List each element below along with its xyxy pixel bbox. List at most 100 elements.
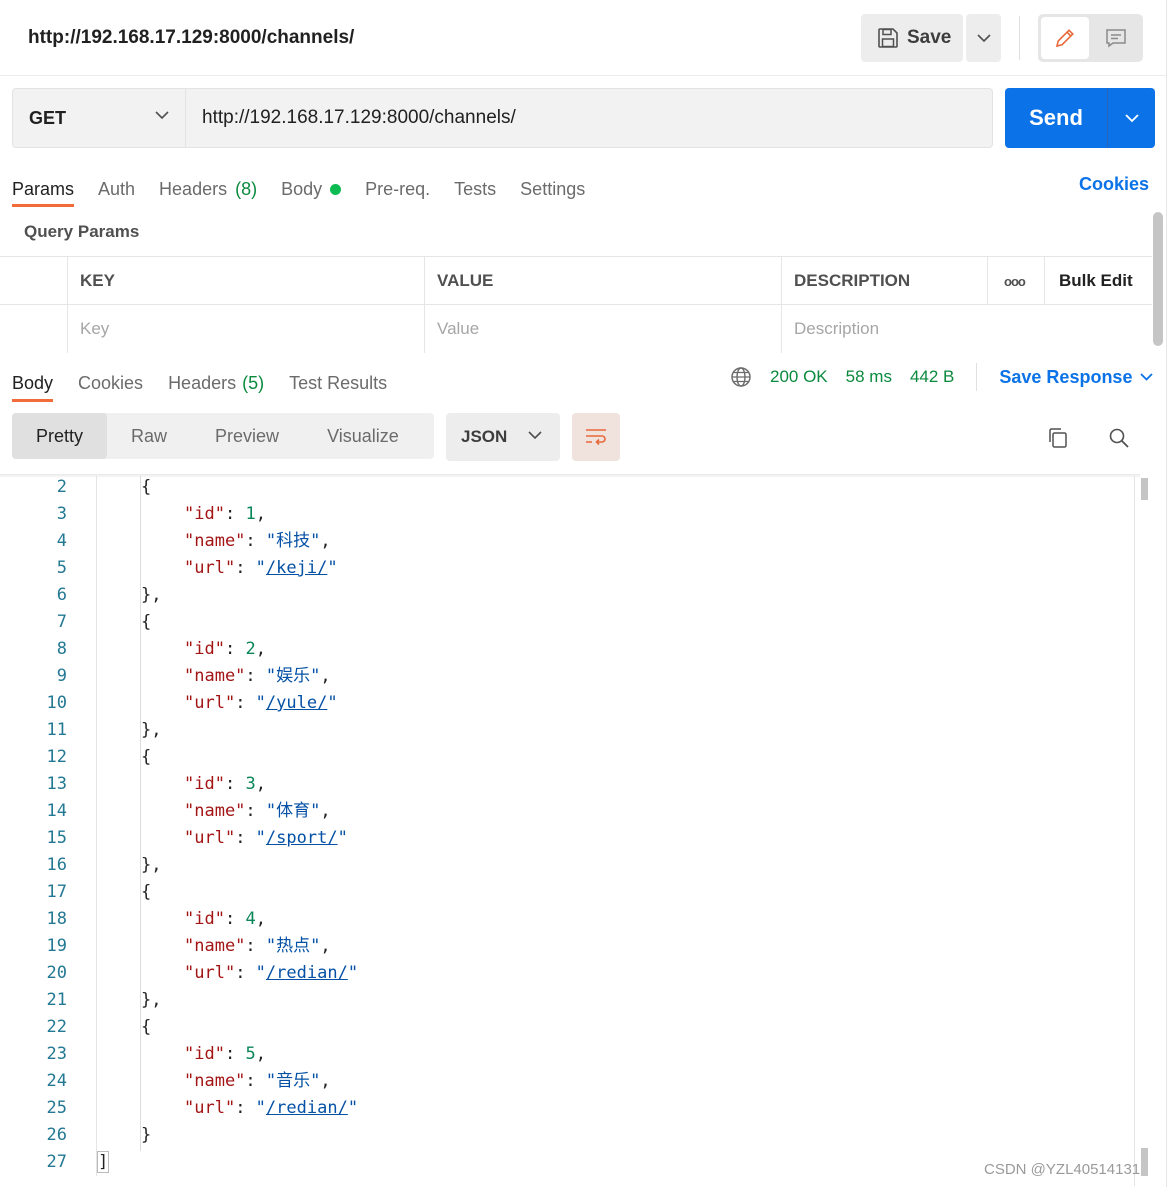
send-button-group: Send xyxy=(1005,88,1155,148)
method-select[interactable]: GET xyxy=(12,88,186,148)
view-visualize[interactable]: Visualize xyxy=(303,413,423,459)
json-key: "name" xyxy=(184,666,246,686)
chevron-down-icon xyxy=(155,111,169,120)
brace: }, xyxy=(141,585,162,605)
send-options-button[interactable] xyxy=(1108,88,1155,148)
query-params-title: Query Params xyxy=(24,222,140,241)
format-select[interactable]: JSON xyxy=(446,413,560,461)
scrollbar[interactable] xyxy=(1153,212,1163,346)
response-meta: 200 OK 58 ms 442 B Save Response xyxy=(730,363,1154,391)
response-body-editor[interactable]: 2{3 "id": 1, 4 "name": "科技", 5 "url": "/keji/… xyxy=(0,476,1134,1186)
tab-auth[interactable]: Auth xyxy=(98,171,135,207)
save-options-button[interactable] xyxy=(966,14,1001,62)
punct: , xyxy=(320,531,331,551)
tab-label: Pre-req. xyxy=(365,178,431,199)
json-string: "音乐" xyxy=(265,1071,321,1091)
view-pretty[interactable]: Pretty xyxy=(12,413,108,459)
json-number: 4 xyxy=(245,909,256,929)
brace: }, xyxy=(141,720,162,740)
key-header: KEY xyxy=(67,257,424,305)
view-raw[interactable]: Raw xyxy=(107,413,191,459)
code-text: }, xyxy=(141,719,161,741)
code-line: 6}, xyxy=(0,584,1134,611)
save-response-button[interactable]: Save Response xyxy=(999,367,1154,388)
quote: " xyxy=(327,558,338,578)
tab-response-body[interactable]: Body xyxy=(12,364,54,402)
brace: { xyxy=(141,747,152,767)
request-title[interactable]: http://192.168.17.129:8000/channels/ xyxy=(28,27,354,49)
code-text: "id": 4, xyxy=(184,908,266,930)
line-number: 26 xyxy=(46,1125,67,1145)
code-text: { xyxy=(141,476,151,498)
indent-guide xyxy=(140,908,141,989)
code-text: "id": 2, xyxy=(184,638,266,660)
request-tabs: Params Auth Headers (8) Body Pre-req. Tes… xyxy=(12,171,609,211)
code-line: 16}, xyxy=(0,854,1134,881)
json-key: "name" xyxy=(184,531,246,551)
format-label: JSON xyxy=(461,427,508,446)
floppy-disk-icon xyxy=(878,28,898,48)
key-input[interactable]: Key xyxy=(67,305,424,353)
comment-mode-button[interactable] xyxy=(1092,17,1140,59)
tab-prereq[interactable]: Pre-req. xyxy=(365,171,430,207)
copy-icon xyxy=(1049,428,1067,448)
save-button[interactable]: Save xyxy=(861,14,963,62)
code-text: }, xyxy=(141,584,161,606)
divider xyxy=(1166,0,1167,1187)
bulk-edit-button[interactable]: Bulk Edit xyxy=(1044,257,1152,305)
line-number: 16 xyxy=(46,855,67,875)
brace: }, xyxy=(141,855,162,875)
tab-response-headers[interactable]: Headers (5) xyxy=(168,364,264,402)
tab-test-results[interactable]: Test Results xyxy=(289,364,387,402)
scrollbar-thumb[interactable] xyxy=(1141,478,1148,500)
comment-icon xyxy=(1106,29,1126,48)
brace: { xyxy=(141,1017,152,1037)
json-key: "url" xyxy=(184,1098,236,1118)
json-url-link[interactable]: /sport/ xyxy=(266,828,338,848)
json-key: "id" xyxy=(184,1044,225,1064)
json-key: "name" xyxy=(184,1071,246,1091)
copy-button[interactable] xyxy=(1042,422,1074,454)
search-button[interactable] xyxy=(1103,422,1135,454)
tab-response-cookies[interactable]: Cookies xyxy=(78,364,143,402)
quote: " xyxy=(327,693,338,713)
code-text: "url": "/redian/" xyxy=(184,962,358,984)
tab-params[interactable]: Params xyxy=(12,171,75,207)
json-key: "id" xyxy=(184,639,225,659)
response-time[interactable]: 58 ms xyxy=(846,367,892,387)
editor-scrollbar-track xyxy=(1134,476,1135,1186)
json-url-link[interactable]: /keji/ xyxy=(266,558,327,578)
send-button[interactable]: Send xyxy=(1005,88,1107,148)
cookies-link[interactable]: Cookies xyxy=(1079,174,1149,195)
code-text: "id": 3, xyxy=(184,773,266,795)
globe-icon[interactable] xyxy=(730,366,752,388)
scrollbar-thumb[interactable] xyxy=(1141,1148,1148,1176)
json-key: "url" xyxy=(184,693,236,713)
json-url-link[interactable]: /redian/ xyxy=(266,1098,348,1118)
code-text: ] xyxy=(96,1151,110,1173)
json-url-link[interactable]: /yule/ xyxy=(266,693,327,713)
description-input[interactable]: Description xyxy=(781,305,1152,353)
code-line: 15 "url": "/sport/" xyxy=(0,827,1134,854)
view-preview[interactable]: Preview xyxy=(191,413,303,459)
json-string: "娱乐" xyxy=(265,666,321,686)
value-input[interactable]: Value xyxy=(424,305,781,353)
code-text: "name": "热点", xyxy=(184,935,331,957)
response-size[interactable]: 442 B xyxy=(910,367,954,387)
tab-tests[interactable]: Tests xyxy=(454,171,496,207)
punct: , xyxy=(320,666,331,686)
url-input[interactable] xyxy=(185,88,993,148)
tab-headers[interactable]: Headers (8) xyxy=(159,171,257,207)
bracket: ] xyxy=(96,1151,110,1173)
edit-mode-button[interactable] xyxy=(1041,17,1089,59)
status-code[interactable]: 200 OK xyxy=(770,367,828,387)
more-options-button[interactable]: ooo xyxy=(987,257,1044,305)
line-number: 17 xyxy=(46,882,67,902)
wrap-lines-button[interactable] xyxy=(572,413,620,461)
json-url-link[interactable]: /redian/ xyxy=(266,963,348,983)
tab-body[interactable]: Body xyxy=(281,171,342,207)
quote: " xyxy=(347,1098,359,1118)
line-number: 9 xyxy=(56,666,67,686)
json-key: "id" xyxy=(184,774,225,794)
tab-settings[interactable]: Settings xyxy=(520,171,585,207)
